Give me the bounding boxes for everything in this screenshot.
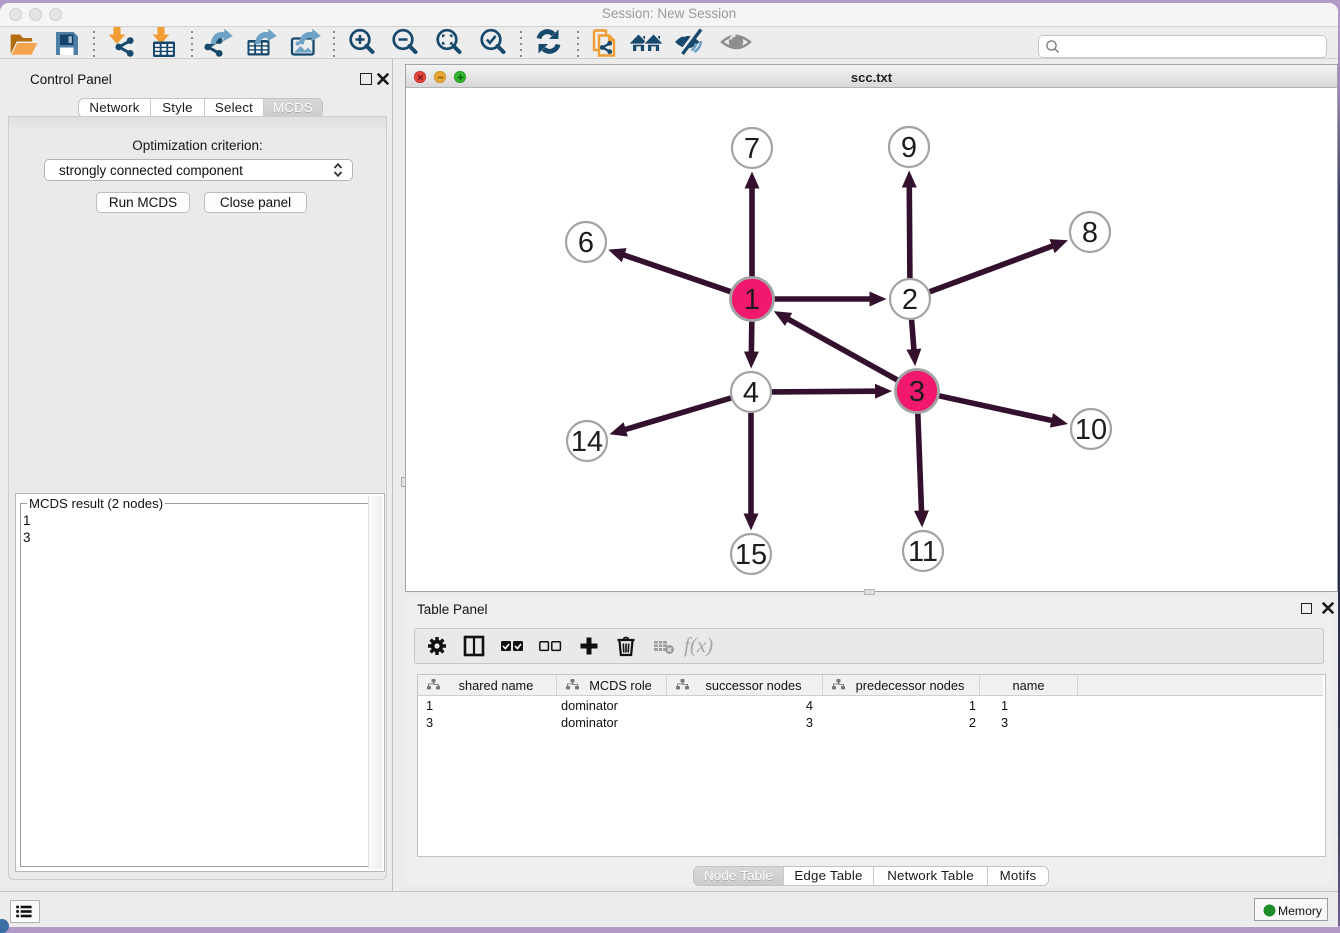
svg-text:14: 14 [571,426,603,458]
svg-text:4: 4 [743,377,759,409]
svg-text:8: 8 [1082,217,1098,249]
svg-text:1: 1 [744,284,760,316]
svg-text:10: 10 [1075,414,1107,446]
svg-text:2: 2 [902,284,918,316]
svg-text:7: 7 [744,133,760,165]
svg-text:3: 3 [909,376,925,408]
svg-text:11: 11 [908,536,938,568]
svg-text:6: 6 [578,227,594,259]
svg-text:15: 15 [735,539,767,571]
svg-text:9: 9 [901,132,917,164]
svg-text:f(x): f(x) [684,634,713,657]
